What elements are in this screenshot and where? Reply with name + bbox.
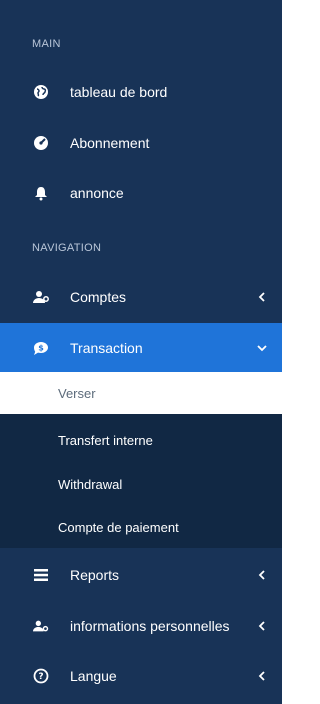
sidebar-item-label: annonce [70, 185, 124, 201]
chevron-left-icon [256, 620, 268, 632]
sidebar-item-dashboard[interactable]: tableau de bord [0, 67, 282, 117]
submenu-item-label: Compte de paiement [58, 519, 179, 535]
sidebar-item-announcement[interactable]: annonce [0, 168, 282, 218]
svg-text:?: ? [38, 672, 43, 682]
gauge-icon [33, 135, 49, 151]
submenu-item-deposit[interactable]: Verser [0, 372, 282, 414]
svg-text:$: $ [38, 343, 44, 352]
bell-icon [33, 185, 49, 201]
submenu-item-label: Transfert interne [58, 432, 153, 448]
question-circle-icon: ? [33, 668, 49, 684]
sidebar-item-transaction[interactable]: $ Transaction [0, 323, 282, 373]
sidebar-item-label: Reports [70, 567, 120, 583]
sidebar-item-label: Abonnement [70, 135, 150, 151]
section-main-label: MAIN [32, 38, 61, 50]
submenu-item-payment-account[interactable]: Compte de paiement [0, 507, 282, 547]
sidebar: MAIN tableau de bord Abonnement annonce … [0, 0, 282, 704]
submenu-item-label: Verser [58, 385, 96, 401]
sidebar-item-label: tableau de bord [70, 84, 168, 100]
sidebar-item-personal-info[interactable]: informations personnelles [0, 601, 282, 651]
sidebar-item-label: informations personnelles [70, 618, 230, 634]
submenu-group: Transfert interne Withdrawal Compte de p… [0, 414, 282, 548]
list-icon [33, 567, 49, 583]
sidebar-item-label: Comptes [70, 289, 127, 305]
section-navigation-label: NAVIGATION [32, 242, 102, 254]
submenu-item-internal-transfer[interactable]: Transfert interne [0, 420, 282, 460]
sidebar-item-label: Transaction [70, 340, 143, 356]
sidebar-item-accounts[interactable]: Comptes [0, 272, 282, 322]
sidebar-item-language[interactable]: ? Langue [0, 651, 282, 701]
chevron-left-icon [256, 291, 268, 303]
submenu-item-label: Withdrawal [58, 476, 123, 492]
globe-icon [33, 84, 49, 100]
chevron-left-icon [256, 670, 268, 682]
sidebar-item-label: Langue [70, 668, 117, 684]
sidebar-item-subscription[interactable]: Abonnement [0, 118, 282, 168]
sidebar-item-reports[interactable]: Reports [0, 550, 282, 600]
submenu-item-withdrawal[interactable]: Withdrawal [0, 464, 282, 504]
money-bubble-icon: $ [33, 340, 49, 356]
chevron-down-icon [256, 342, 268, 354]
chevron-left-icon [256, 569, 268, 581]
users-cog-icon [33, 289, 49, 305]
user-settings-icon [33, 618, 49, 634]
